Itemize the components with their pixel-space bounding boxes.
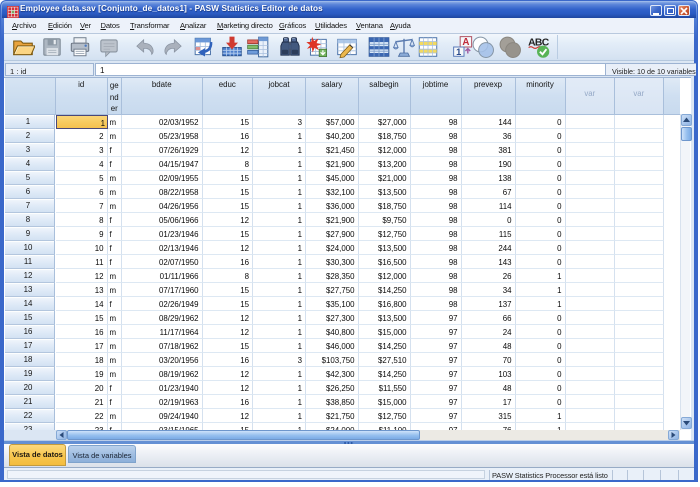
svg-text:A: A [462, 37, 469, 48]
svg-text:1: 1 [456, 47, 461, 57]
